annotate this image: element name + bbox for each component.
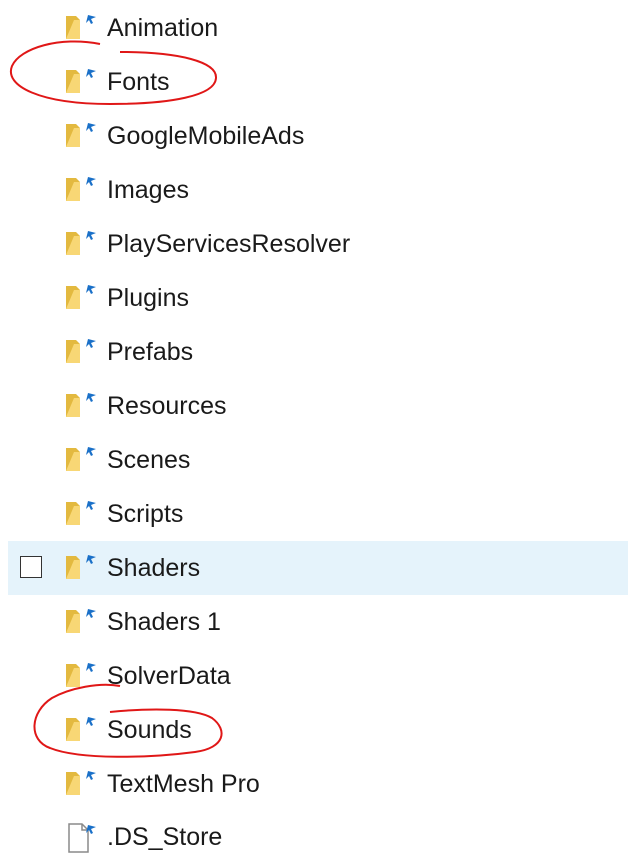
folder-icon — [62, 119, 100, 151]
list-item[interactable]: Plugins — [0, 271, 628, 325]
folder-icon — [62, 497, 100, 529]
list-item[interactable]: Images — [0, 163, 628, 217]
folder-icon — [62, 65, 100, 97]
folder-icon — [62, 443, 100, 475]
list-item[interactable]: SolverData — [0, 649, 628, 703]
list-item[interactable]: Scenes — [0, 433, 628, 487]
file-name: Scripts — [107, 500, 184, 528]
file-name: Shaders — [107, 554, 201, 582]
folder-icon — [62, 713, 100, 745]
file-name: Fonts — [107, 68, 170, 96]
list-item[interactable]: Sounds — [0, 703, 628, 757]
list-item[interactable]: PlayServicesResolver — [0, 217, 628, 271]
folder-icon — [62, 281, 100, 313]
checkbox-icon[interactable] — [20, 556, 42, 578]
file-name: Plugins — [107, 284, 189, 312]
file-name: Scenes — [107, 446, 191, 474]
file-name: TextMesh Pro — [107, 770, 260, 798]
file-list: Animation Fonts GoogleMobileAds Images P… — [0, 0, 628, 854]
folder-icon — [62, 605, 100, 637]
folder-icon — [62, 335, 100, 367]
file-name: Prefabs — [107, 338, 194, 366]
file-name: GoogleMobileAds — [107, 122, 305, 150]
list-item[interactable]: Animation — [0, 1, 628, 55]
list-item[interactable]: Scripts — [0, 487, 628, 541]
list-item[interactable]: Shaders 1 — [0, 595, 628, 649]
folder-icon — [62, 227, 100, 259]
list-item[interactable]: Fonts — [0, 55, 628, 109]
list-item[interactable]: TextMesh Pro — [0, 757, 628, 811]
folder-icon — [62, 659, 100, 691]
file-name: .DS_Store — [107, 823, 223, 851]
list-item[interactable]: Prefabs — [0, 325, 628, 379]
list-item[interactable]: .DS_Store — [0, 811, 628, 865]
file-name: Images — [107, 176, 189, 204]
file-name: Resources — [107, 392, 227, 420]
file-name: Animation — [107, 14, 219, 42]
folder-icon — [62, 767, 100, 799]
file-name: SolverData — [107, 662, 231, 690]
file-name: PlayServicesResolver — [107, 230, 351, 258]
folder-icon — [62, 551, 100, 583]
file-name: Sounds — [107, 716, 192, 744]
list-item[interactable]: Resources — [0, 379, 628, 433]
folder-icon — [62, 11, 100, 43]
list-item[interactable]: GoogleMobileAds — [0, 109, 628, 163]
file-icon — [62, 821, 100, 853]
list-item-hovered[interactable]: Shaders — [8, 541, 628, 595]
file-name: Shaders 1 — [107, 608, 221, 636]
folder-icon — [62, 173, 100, 205]
folder-icon — [62, 389, 100, 421]
